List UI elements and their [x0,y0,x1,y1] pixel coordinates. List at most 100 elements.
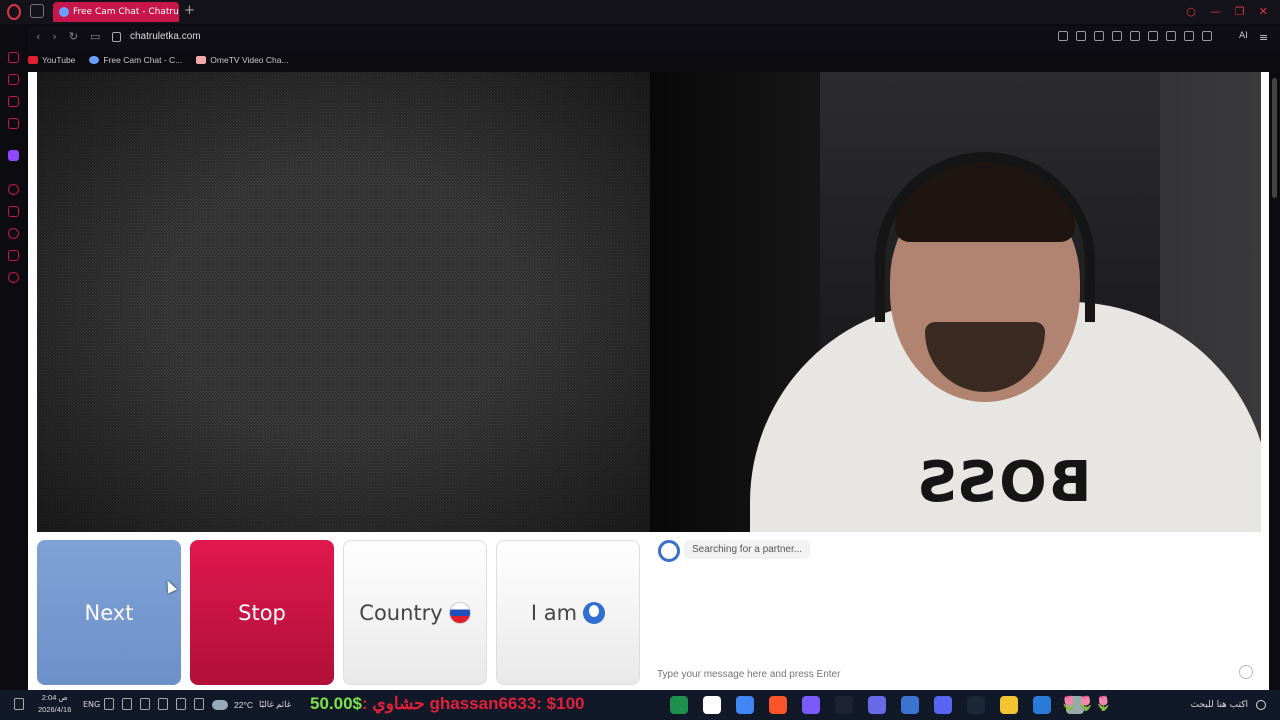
country-label: Country [359,600,443,625]
speaker-icon[interactable] [176,698,186,710]
taskbar-app-icon[interactable] [1033,696,1051,714]
scroll-thumb[interactable] [1272,78,1277,198]
shirt-logo-text: BOSS [915,450,1092,515]
chat-panel: Searching for a partner... [650,532,1261,690]
tab-favicon-icon [59,7,69,17]
new-tab-button[interactable]: + [184,3,195,18]
stop-button[interactable]: Stop [190,540,334,685]
messenger-icon[interactable] [8,96,19,107]
search-icon [1256,700,1266,710]
taskbar-app-icon[interactable] [802,696,820,714]
taskbar-app-icon[interactable] [1000,696,1018,714]
gender-label: I am [530,600,578,625]
clock-time: 2:04 ص [41,693,68,702]
aria-icon[interactable] [8,52,19,63]
snapshot-icon[interactable] [1076,31,1086,41]
pinboard-icon[interactable] [8,250,19,261]
network-icon[interactable] [122,698,132,710]
maximize-icon[interactable]: ❐ [1235,5,1245,18]
ticker-amount: 50.00$ [310,694,362,713]
gender-button[interactable]: I am [496,540,640,685]
history-icon[interactable] [8,228,19,239]
heart-icon[interactable] [1130,31,1140,41]
bookmarks-bar: YouTube Free Cam Chat - C... OmeTV Video… [28,52,289,68]
url-field[interactable]: chatruletka.com [130,31,201,42]
taskbar-app-icon[interactable] [736,696,754,714]
bookmarks-icon[interactable] [8,206,19,217]
pin-icon[interactable] [1058,31,1068,41]
bookmark-youtube[interactable]: YouTube [28,52,75,68]
workspaces-icon[interactable] [30,4,44,18]
donation-ticker: 50.00$: حشاوي ghassan6633: $100 [310,694,618,714]
weather-widget[interactable]: 22°C غائم غالبًا [212,699,291,710]
lock-icon[interactable] [112,32,121,42]
self-camera-video: BOSS [650,72,1261,532]
taskbar-app-icon[interactable] [967,696,985,714]
ticker-sep: : [362,694,373,713]
taskbar-app-icon[interactable] [934,696,952,714]
back-icon[interactable]: ‹ [36,30,40,43]
youtube-icon [28,56,38,64]
taskbar-app-icon[interactable] [868,696,886,714]
bookmark-free-cam-chat[interactable]: Free Cam Chat - C... [89,52,182,68]
microphone-icon[interactable] [158,698,168,710]
vpn-icon[interactable] [1148,31,1158,41]
play-icon[interactable] [1112,31,1122,41]
taskbar-app-icon[interactable] [703,696,721,714]
settings-icon[interactable] [8,272,19,283]
window-controls: ○ — ❐ ✕ [1186,5,1268,18]
country-button[interactable]: Country [343,540,487,685]
bookmark-label: OmeTV Video Cha... [210,55,289,65]
taskbar-app-icon[interactable] [769,696,787,714]
menu-icon[interactable]: ≡ [1259,31,1268,44]
browser-sidebar [0,44,28,690]
taskbar-app-icon[interactable] [670,696,688,714]
ai-button[interactable]: AI [1239,31,1248,41]
player-icon[interactable] [8,184,19,195]
shopping-icon[interactable] [8,74,19,85]
close-icon[interactable]: ✕ [1259,5,1268,18]
taskbar-apps [670,696,1084,714]
search-tabs-icon[interactable]: ○ [1186,5,1196,18]
bookmark-label: YouTube [42,55,76,65]
account-icon[interactable] [1184,31,1194,41]
control-panel: Next Stop Country I am Searching for a p… [37,532,1261,690]
ticker-user: ghassan6633 [429,694,537,713]
twitch-icon[interactable] [8,150,19,161]
clock[interactable]: 2:04 ص 2026/4/16 [38,692,71,716]
next-label: Next [84,600,134,625]
taskbar-app-icon[interactable] [835,696,853,714]
download-icon[interactable] [1202,31,1212,41]
tulips-widget[interactable]: 🌷🌷🌷 [1060,696,1112,712]
opera-logo-icon[interactable] [7,4,21,20]
chat-input[interactable] [650,662,1261,686]
chevron-up-icon[interactable] [194,698,204,710]
video-popout-icon[interactable]: ▭ [90,30,100,43]
tab-active[interactable]: Free Cam Chat - Chatru [53,2,179,22]
temperature: 22°C [234,699,253,710]
taskbar-search[interactable]: اكتب هنا للبحث [1110,695,1280,715]
display-icon[interactable] [140,698,150,710]
shield-icon[interactable] [1094,31,1104,41]
status-message: Searching for a partner... [684,540,811,559]
stop-label: Stop [238,600,286,625]
volume-icon[interactable] [104,698,114,710]
forward-icon[interactable]: › [52,30,56,43]
cloud-icon [212,699,228,710]
tab-title: Free Cam Chat - Chatru [73,7,179,17]
reload-icon[interactable]: ↻ [69,30,78,43]
page-scrollbar[interactable] [1269,72,1280,690]
next-button[interactable]: Next [37,540,181,685]
music-icon[interactable] [8,118,19,129]
bookmark-ometv[interactable]: OmeTV Video Cha... [196,52,289,68]
emoji-icon[interactable] [1239,665,1253,679]
chatruletka-page: BOSS Next Stop Country I am Searching fo… [28,72,1269,690]
bookmark-label: Free Cam Chat - C... [103,55,183,65]
minimize-icon[interactable]: — [1210,5,1221,18]
extension-icon[interactable] [1166,31,1176,41]
taskbar-app-icon[interactable] [901,696,919,714]
notifications-icon[interactable] [14,698,24,710]
extensions [1058,31,1212,41]
language-indicator[interactable]: ENG [83,700,100,709]
ticker-name: حشاوي [372,694,425,713]
